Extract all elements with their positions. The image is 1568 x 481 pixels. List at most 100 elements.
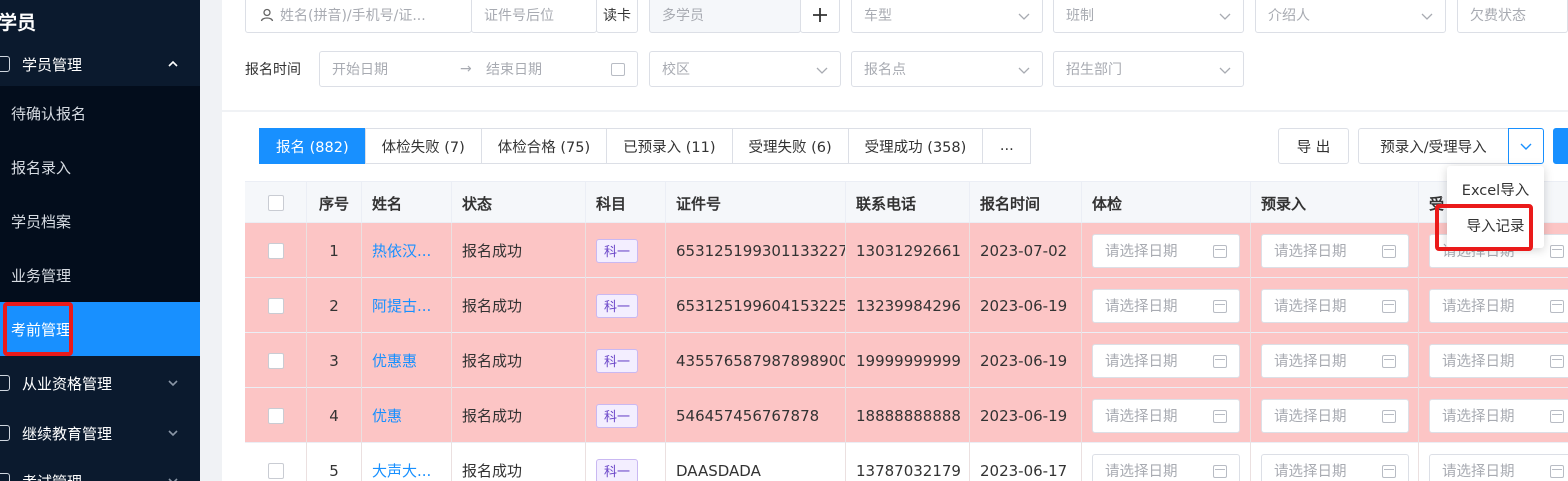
sidebar-item-pending-confirm[interactable]: 待确认报名 — [0, 86, 200, 140]
menu-item-import-records[interactable]: 导入记录 — [1447, 207, 1544, 243]
tab-enrolled[interactable]: 报名 (882) — [259, 128, 366, 164]
sidebar-group-label: 继续教育管理 — [22, 424, 113, 443]
row-status: 报名成功 — [452, 278, 586, 333]
tab-more[interactable]: ... — [982, 128, 1032, 164]
row-checkbox[interactable] — [267, 352, 284, 369]
select-all-checkbox[interactable] — [267, 195, 284, 211]
row-checkbox[interactable] — [267, 242, 284, 259]
pre-entry-date-picker[interactable]: 请选择日期 — [1261, 398, 1409, 433]
accept-date-picker[interactable]: 请选择日期 — [1429, 288, 1568, 323]
recruit-dept-select[interactable]: 招生部门 — [1053, 51, 1244, 87]
header-subject: 科目 — [586, 182, 666, 224]
sidebar-item-label: 待确认报名 — [11, 104, 87, 123]
subject-tag: 科一 — [596, 293, 639, 318]
row-id-number: DAASDADA — [666, 443, 846, 481]
enroll-point-placeholder: 报名点 — [864, 62, 906, 78]
row-phone: 13031292661 — [846, 223, 970, 278]
referrer-placeholder: 介绍人 — [1268, 8, 1310, 24]
row-exam-cell: 请选择日期 — [1082, 223, 1251, 278]
menu-item-excel-import[interactable]: Excel导入 — [1447, 171, 1544, 207]
sidebar-item-pre-exam-management[interactable]: 考前管理 — [0, 302, 200, 356]
chevron-down-icon — [1219, 67, 1231, 74]
row-name-link[interactable]: 阿提古... — [362, 278, 452, 333]
row-name-link[interactable]: 优惠惠 — [362, 333, 452, 388]
row-exam-cell: 请选择日期 — [1082, 388, 1251, 443]
status-tabs: 报名 (882) 体检失败 (7) 体检合格 (75) 已预录入 (11) 受理… — [259, 128, 1032, 164]
read-card-label: 读卡 — [603, 8, 631, 24]
accept-date-picker[interactable]: 请选择日期 — [1429, 343, 1568, 378]
campus-select[interactable]: 校区 — [649, 51, 841, 87]
row-pre-entry-cell: 请选择日期 — [1251, 388, 1419, 443]
sidebar-item-business-management[interactable]: 业务管理 — [0, 248, 200, 302]
row-status: 报名成功 — [452, 443, 586, 481]
row-checkbox[interactable] — [267, 462, 284, 479]
exam-date-picker[interactable]: 请选择日期 — [1092, 233, 1240, 268]
chevron-down-icon — [1018, 67, 1030, 74]
pre-entry-date-picker[interactable]: 请选择日期 — [1261, 453, 1409, 481]
class-select[interactable]: 班制 — [1053, 0, 1244, 33]
pre-entry-date-picker[interactable]: 请选择日期 — [1261, 343, 1409, 378]
sidebar-item-student-archive[interactable]: 学员档案 — [0, 194, 200, 248]
import-dropdown-toggle[interactable] — [1508, 128, 1544, 164]
add-student-button[interactable] — [800, 0, 840, 33]
row-select-cell — [245, 333, 307, 388]
read-card-button[interactable]: 读卡 — [596, 0, 638, 33]
sidebar-item-enroll-entry[interactable]: 报名录入 — [0, 140, 200, 194]
recruit-dept-placeholder: 招生部门 — [1066, 62, 1122, 78]
export-button[interactable]: 导 出 — [1278, 128, 1349, 164]
enroll-date-range[interactable]: 开始日期 → 结束日期 — [319, 51, 638, 87]
tab-accept-failed[interactable]: 受理失败 (6) — [731, 128, 849, 164]
accept-date-picker[interactable]: 请选择日期 — [1429, 398, 1568, 433]
header-name: 姓名 — [362, 182, 452, 224]
table-row: 1 热依汉... 报名成功 科一 653125199301133227 1303… — [245, 223, 1568, 278]
primary-action-button[interactable] — [1553, 128, 1568, 164]
calendar-icon — [1382, 354, 1396, 368]
exam-date-picker[interactable]: 请选择日期 — [1092, 343, 1240, 378]
tab-pre-entered[interactable]: 已预录入 (11) — [606, 128, 733, 164]
row-name-link[interactable]: 热依汉... — [362, 223, 452, 278]
sidebar-group-continuing-education[interactable]: 继续教育管理 — [0, 412, 200, 454]
vehicle-type-placeholder: 车型 — [864, 8, 892, 24]
id-suffix-input[interactable]: 证件号后位 — [471, 0, 597, 33]
row-subject-cell: 科一 — [586, 278, 666, 333]
enroll-point-select[interactable]: 报名点 — [851, 51, 1043, 87]
sidebar-group-student-management[interactable]: 学员管理 — [0, 43, 200, 85]
tab-exam-passed[interactable]: 体检合格 (75) — [480, 128, 608, 164]
row-name-link[interactable]: 优惠 — [362, 388, 452, 443]
row-accept-cell: 请选择日期 — [1419, 278, 1568, 333]
row-no: 4 — [307, 388, 362, 443]
exam-date-picker[interactable]: 请选择日期 — [1092, 398, 1240, 433]
row-name-link[interactable]: 大声大... — [362, 443, 452, 481]
pre-entry-date-picker[interactable]: 请选择日期 — [1261, 233, 1409, 268]
date-placeholder: 请选择日期 — [1274, 299, 1347, 315]
vehicle-type-select[interactable]: 车型 — [851, 0, 1043, 33]
sidebar-group-qualification[interactable]: 从业资格管理 — [0, 362, 200, 404]
exam-date-picker[interactable]: 请选择日期 — [1092, 288, 1240, 323]
row-phone: 18888888888 — [846, 388, 970, 443]
chevron-down-icon — [1018, 13, 1030, 20]
name-search-input[interactable]: 姓名(拼音)/手机号/证... — [245, 0, 472, 33]
accept-date-picker[interactable]: 请选择日期 — [1429, 453, 1568, 481]
pre-entry-date-picker[interactable]: 请选择日期 — [1261, 288, 1409, 323]
exam-date-picker[interactable]: 请选择日期 — [1092, 453, 1240, 481]
calendar-icon — [1213, 354, 1227, 368]
tab-accept-success[interactable]: 受理成功 (358) — [847, 128, 984, 164]
header-id-number: 证件号 — [666, 182, 846, 224]
arrears-status-select[interactable]: 欠费状态 — [1457, 0, 1568, 33]
tab-exam-failed[interactable]: 体检失败 (7) — [364, 128, 482, 164]
calendar-icon — [1550, 354, 1564, 368]
calendar-icon — [1213, 299, 1227, 313]
sidebar-group-exam-management[interactable]: 考试管理 — [0, 460, 200, 481]
multi-student-input[interactable]: 多学员 — [649, 0, 801, 33]
referrer-select[interactable]: 介绍人 — [1255, 0, 1446, 33]
row-select-cell — [245, 223, 307, 278]
sidebar-group-label: 从业资格管理 — [22, 374, 113, 393]
row-checkbox[interactable] — [267, 407, 284, 424]
row-checkbox[interactable] — [267, 297, 284, 314]
row-subject-cell: 科一 — [586, 388, 666, 443]
import-button[interactable]: 预录入/受理导入 — [1358, 128, 1509, 164]
date-placeholder: 请选择日期 — [1105, 244, 1178, 260]
continuing-education-icon — [0, 425, 10, 441]
calendar-icon — [1550, 409, 1564, 423]
range-arrow-icon: → — [460, 61, 472, 77]
